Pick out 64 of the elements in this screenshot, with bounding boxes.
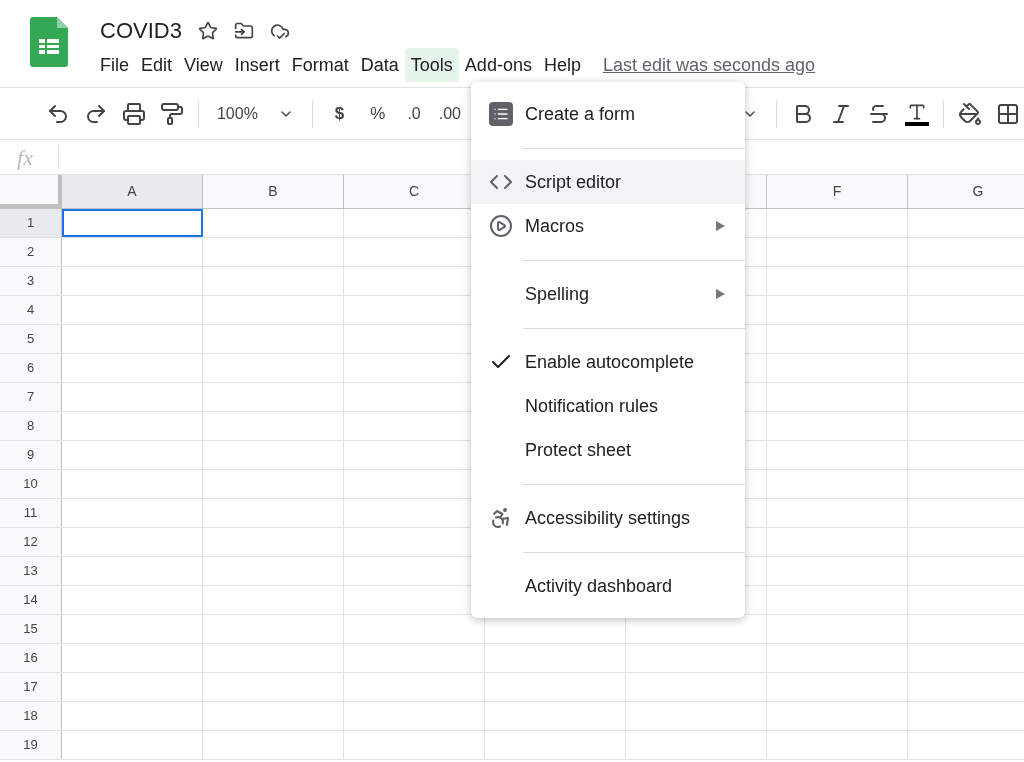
row-header[interactable]: 10 — [0, 470, 62, 498]
row-header[interactable]: 11 — [0, 499, 62, 527]
row-header[interactable]: 1 — [0, 209, 62, 237]
menu-item-label: Activity dashboard — [525, 574, 674, 598]
row-header[interactable]: 5 — [0, 325, 62, 353]
menu-item[interactable]: Spelling — [471, 272, 745, 316]
row-header[interactable]: 18 — [0, 702, 62, 730]
column-header[interactable]: A — [62, 175, 203, 208]
menu-bar-item[interactable]: File — [94, 48, 135, 82]
menu-item-label: Spelling — [525, 282, 591, 306]
row-header[interactable]: 3 — [0, 267, 62, 295]
menu-item[interactable]: Activity dashboard — [471, 564, 745, 608]
menu-bar-item[interactable]: Add-ons — [458, 48, 538, 82]
move-folder-icon[interactable] — [233, 21, 254, 41]
menu-item[interactable]: Enable autocomplete — [471, 340, 745, 384]
menu-item[interactable]: Accessibility settings — [471, 496, 745, 540]
last-edit-link[interactable]: Last edit was seconds ago — [602, 51, 816, 79]
row-header[interactable]: 4 — [0, 296, 62, 324]
decrease-decimals-button[interactable]: .0 — [399, 97, 429, 130]
zoom-dropdown[interactable]: 100% — [208, 97, 302, 130]
row-header[interactable]: 19 — [0, 731, 62, 759]
menu-item-label: Macros — [525, 214, 585, 238]
menu-item-label: Script editor — [525, 170, 623, 194]
row-header[interactable]: 17 — [0, 673, 62, 701]
menu-item-label: Notification rules — [525, 394, 660, 418]
currency-button[interactable]: $ — [322, 97, 357, 130]
cloud-check-icon[interactable] — [269, 21, 290, 41]
star-icon[interactable] — [197, 21, 218, 41]
row-header[interactable]: 15 — [0, 615, 62, 643]
menu-item-label: Protect sheet — [525, 438, 633, 462]
menu-bar-item[interactable]: Format — [285, 48, 355, 82]
menu-bar-item[interactable]: View — [178, 48, 229, 82]
menu-item[interactable]: Notification rules — [471, 384, 745, 428]
menu-item[interactable]: Protect sheet — [471, 428, 745, 472]
row-header[interactable]: 13 — [0, 557, 62, 585]
menu-bar-item[interactable]: Insert — [228, 48, 286, 82]
spreadsheet-logo-icon[interactable] — [30, 17, 68, 67]
row-header[interactable]: 7 — [0, 383, 62, 411]
row-header[interactable]: 16 — [0, 644, 62, 672]
row-header[interactable]: 2 — [0, 238, 62, 266]
menu-bar-item[interactable]: Tools — [404, 48, 459, 82]
percent-button[interactable]: % — [362, 97, 394, 130]
list-form-icon — [489, 102, 513, 126]
menu-bar-item[interactable]: Edit — [135, 48, 179, 82]
menu-item[interactable]: Create a form — [471, 92, 745, 136]
row-header[interactable]: 8 — [0, 412, 62, 440]
row-header[interactable]: 14 — [0, 586, 62, 614]
menu-bar-item[interactable]: Help — [537, 48, 587, 82]
row-header[interactable]: 9 — [0, 441, 62, 469]
menu-item-label: Accessibility settings — [525, 506, 692, 530]
column-header[interactable]: G — [908, 175, 1024, 208]
menu-item-label: Enable autocomplete — [525, 350, 696, 374]
selected-cell[interactable] — [62, 209, 203, 237]
menu-item-label: Create a form — [525, 102, 637, 126]
menu-bar-item[interactable]: Data — [354, 48, 405, 82]
document-title[interactable]: COVID3 — [100, 17, 182, 45]
increase-decimals-button[interactable]: .00 — [434, 97, 465, 130]
column-header[interactable]: F — [767, 175, 908, 208]
menu-item[interactable]: Script editor — [471, 160, 745, 204]
formula-fx-label: fx — [16, 143, 34, 172]
row-header[interactable]: 6 — [0, 354, 62, 382]
play-circle-icon — [489, 214, 513, 238]
column-header[interactable]: B — [203, 175, 344, 208]
row-header[interactable]: 12 — [0, 528, 62, 556]
